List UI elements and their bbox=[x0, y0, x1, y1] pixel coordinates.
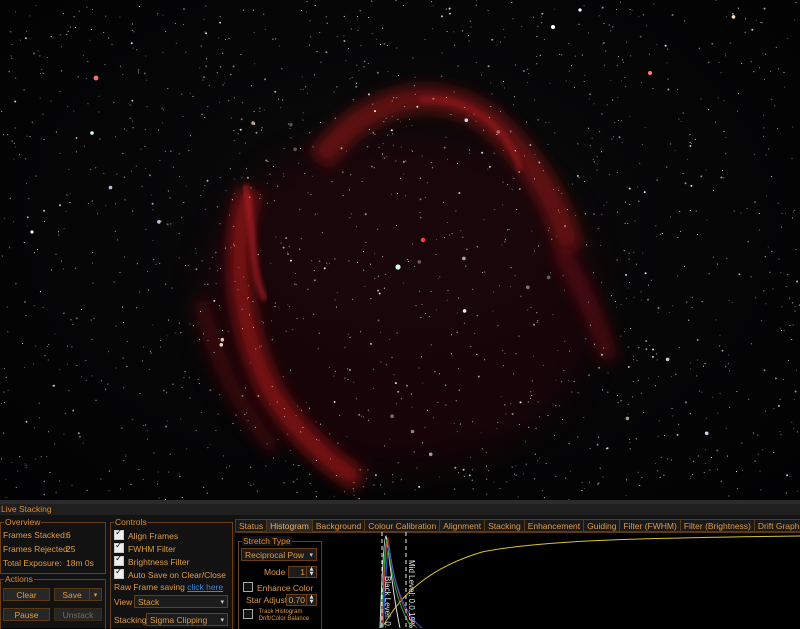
up-down-icon[interactable]: ▲ ▼ bbox=[306, 567, 316, 577]
check-icon bbox=[114, 554, 124, 566]
actions-label: Actions bbox=[4, 574, 34, 584]
view-label: View bbox=[114, 597, 133, 607]
histogram-plot[interactable]: Black Level: 0.0 Mid Level: 0.0.19% bbox=[322, 532, 800, 628]
tab-background[interactable]: Background bbox=[311, 519, 366, 532]
star-adjust-value: 0.70 bbox=[288, 595, 305, 605]
frames-stacked-row: Frames Stacked: 6 bbox=[3, 530, 71, 540]
stretch-type-select[interactable]: Reciprocal Pow ▾ bbox=[241, 548, 317, 561]
stretch-type-label: Stretch Type bbox=[242, 536, 292, 546]
frames-rejected-row: Frames Rejected: 25 bbox=[3, 544, 75, 554]
frames-stacked-value: 6 bbox=[66, 530, 71, 540]
mid-level-label: Mid Level: 0.0.19% bbox=[407, 560, 416, 628]
track-histogram-label: Track Histogram bbox=[258, 609, 303, 615]
stacking-select[interactable]: Sigma Clipping ▾ bbox=[146, 613, 228, 626]
tab-filter-brightness[interactable]: Filter (Brightness) bbox=[679, 519, 755, 532]
stacking-value: Sigma Clipping bbox=[150, 615, 208, 625]
star-adjust-spinner[interactable]: 0.70 ▲ ▼ bbox=[286, 594, 317, 606]
raw-frame-link[interactable]: click here bbox=[187, 582, 223, 592]
actions-group: Actions Clear Save ▾ Pause Unstack bbox=[0, 574, 106, 629]
stacking-label: Stacking bbox=[114, 615, 147, 625]
checkbox-icon bbox=[243, 582, 253, 592]
tab-filter-fwhm[interactable]: Filter (FWHM) bbox=[619, 519, 681, 532]
overview-group: Overview Frames Stacked: 6 Frames Reject… bbox=[0, 517, 106, 574]
view-value: Stack bbox=[138, 597, 160, 607]
mode-spinner[interactable]: 1 ▲ ▼ bbox=[288, 566, 317, 578]
chevron-down-icon: ▾ bbox=[220, 598, 224, 606]
enhance-color-label: Enhance Color bbox=[257, 583, 314, 593]
auto-save-label: Auto Save on Clear/Close bbox=[128, 570, 226, 580]
chevron-down-icon: ▾ bbox=[220, 616, 224, 624]
tab-stacking[interactable]: Stacking bbox=[484, 519, 525, 532]
total-exposure-value: 18m 0s bbox=[66, 558, 94, 568]
stretch-curve bbox=[381, 535, 800, 628]
align-frames-checkbox[interactable]: Align Frames bbox=[114, 528, 179, 541]
auto-save-checkbox[interactable]: Auto Save on Clear/Close bbox=[114, 567, 226, 580]
raw-frame-row: Raw Frame saving click here bbox=[114, 582, 223, 592]
tab-strip: Status Histogram Background Colour Calibrat… bbox=[235, 519, 800, 532]
black-level-label: Black Level: 0.0 bbox=[383, 576, 392, 628]
tab-drift-graph[interactable]: Drift Graph bbox=[753, 519, 800, 532]
star-adjust-label: Star Adjust bbox=[246, 595, 288, 605]
tab-colour-calibration[interactable]: Colour Calibration bbox=[364, 519, 441, 532]
tab-guiding[interactable]: Guiding bbox=[583, 519, 621, 532]
save-dropdown-icon[interactable]: ▾ bbox=[89, 588, 102, 601]
astro-image bbox=[0, 0, 800, 500]
clear-button[interactable]: Clear bbox=[3, 588, 50, 601]
brightness-filter-checkbox[interactable]: Brightness Filter bbox=[114, 554, 190, 567]
live-stacking-panel: Live Stacking Overview Frames Stacked: 6… bbox=[0, 504, 800, 629]
align-frames-label: Align Frames bbox=[128, 531, 179, 541]
check-icon bbox=[114, 567, 124, 579]
frames-rejected-label: Frames Rejected: bbox=[3, 544, 71, 554]
enhance-color-checkbox[interactable]: Enhance Color bbox=[243, 582, 313, 593]
frames-rejected-value: 25 bbox=[66, 544, 76, 554]
drift-balance-label: Drift/Color Balance bbox=[258, 616, 310, 622]
controls-label: Controls bbox=[114, 517, 148, 527]
nebula-glow bbox=[193, 85, 619, 490]
view-select[interactable]: Stack ▾ bbox=[134, 595, 228, 608]
total-exposure-row: Total Exposure: 18m 0s bbox=[3, 558, 94, 568]
tab-status[interactable]: Status bbox=[235, 519, 268, 532]
mode-value: 1 bbox=[300, 567, 305, 577]
check-icon bbox=[114, 528, 124, 540]
unstack-button[interactable]: Unstack bbox=[54, 608, 102, 621]
tab-alignment[interactable]: Alignment bbox=[439, 519, 486, 532]
fwhm-filter-checkbox[interactable]: FWHM Filter bbox=[114, 541, 176, 554]
frames-stacked-label: Frames Stacked: bbox=[3, 530, 68, 540]
check-icon bbox=[114, 541, 124, 553]
mode-label: Mode bbox=[264, 567, 286, 577]
overview-label: Overview bbox=[4, 517, 42, 527]
total-exposure-label: Total Exposure: bbox=[3, 558, 62, 568]
fwhm-filter-label: FWHM Filter bbox=[128, 544, 176, 554]
chevron-down-icon: ▾ bbox=[309, 551, 313, 559]
track-histogram-checkbox[interactable]: Track Histogram Drift/Color Balance bbox=[243, 609, 309, 623]
stacked-image-view[interactable] bbox=[0, 0, 800, 500]
up-down-icon[interactable]: ▲ ▼ bbox=[306, 595, 316, 605]
raw-frame-label: Raw Frame saving bbox=[114, 582, 185, 592]
panel-title: Live Stacking bbox=[0, 504, 800, 515]
pause-button[interactable]: Pause bbox=[3, 608, 50, 621]
tab-enhancement[interactable]: Enhancement bbox=[523, 519, 585, 532]
save-button[interactable]: Save bbox=[54, 588, 90, 601]
track-histogram-text: Track Histogram Drift/Color Balance bbox=[259, 609, 309, 623]
brightness-filter-label: Brightness Filter bbox=[128, 557, 190, 567]
tab-histogram[interactable]: Histogram bbox=[266, 519, 313, 532]
checkbox-icon bbox=[243, 609, 253, 619]
stretch-type-value: Reciprocal Pow bbox=[245, 550, 305, 560]
